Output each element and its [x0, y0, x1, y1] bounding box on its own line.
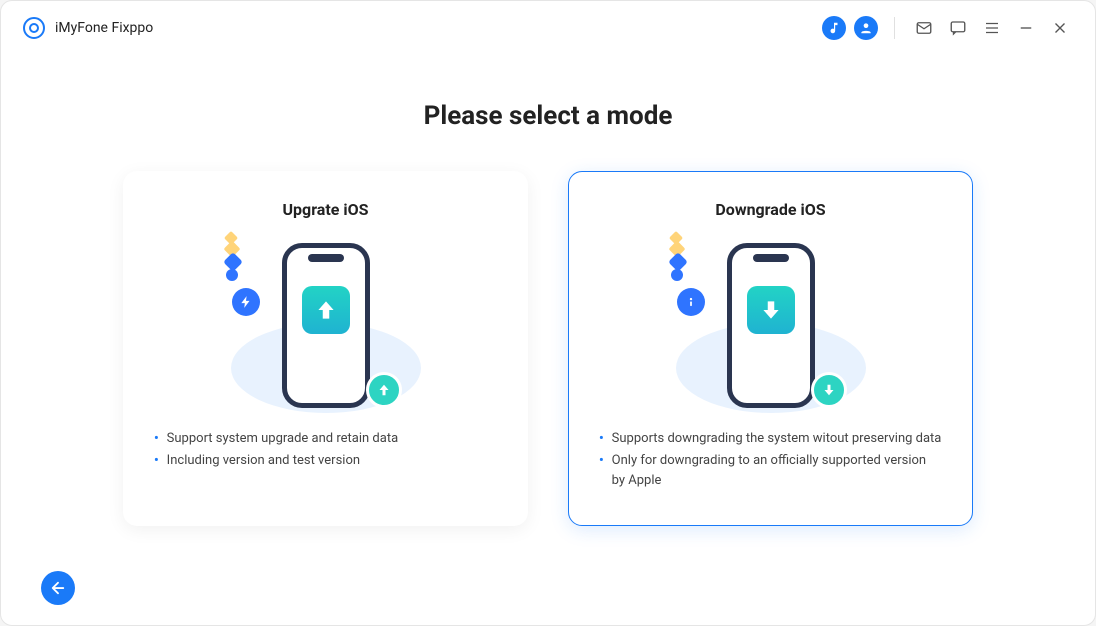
titlebar-left: iMyFone Fixppo — [23, 17, 153, 39]
phone-icon — [282, 243, 370, 408]
app-title: iMyFone Fixppo — [55, 20, 153, 36]
mail-icon[interactable] — [911, 15, 937, 41]
page-heading: Please select a mode — [424, 101, 673, 131]
bolt-icon — [232, 288, 260, 316]
app-window: iMyFone Fixppo — [0, 0, 1096, 626]
back-button[interactable] — [41, 571, 75, 605]
close-button[interactable] — [1047, 15, 1073, 41]
arrow-up-icon — [302, 286, 350, 334]
titlebar-right — [822, 15, 1073, 41]
arrow-up-circle-icon — [366, 372, 402, 408]
bullet-text: Including version and test version — [167, 451, 360, 471]
upgrade-bullets: Support system upgrade and retain data I… — [152, 423, 400, 479]
bullet-text: Support system upgrade and retain data — [167, 429, 398, 449]
arrow-down-icon — [747, 286, 795, 334]
card-upgrade-ios[interactable]: Upgrate iOS — [123, 171, 528, 526]
music-icon[interactable] — [822, 16, 846, 40]
card-title: Downgrade iOS — [715, 200, 825, 219]
app-logo-icon — [23, 17, 45, 39]
info-icon — [677, 288, 705, 316]
card-title: Upgrate iOS — [283, 200, 369, 219]
downgrade-illustration — [671, 233, 871, 413]
mode-cards: Upgrate iOS — [101, 171, 995, 526]
content-area: Please select a mode Upgrate iOS — [1, 51, 1095, 625]
bullet-text: Only for downgrading to an officially su… — [612, 451, 942, 491]
titlebar: iMyFone Fixppo — [1, 1, 1095, 51]
bullet-text: Supports downgrading the system witout p… — [612, 429, 942, 449]
upgrade-illustration — [226, 233, 426, 413]
minimize-button[interactable] — [1013, 15, 1039, 41]
arrow-left-icon — [49, 579, 67, 597]
user-icon[interactable] — [854, 16, 878, 40]
titlebar-divider — [894, 17, 895, 39]
phone-icon — [727, 243, 815, 408]
arrow-down-circle-icon — [811, 372, 847, 408]
menu-icon[interactable] — [979, 15, 1005, 41]
chat-icon[interactable] — [945, 15, 971, 41]
card-downgrade-ios[interactable]: Downgrade iOS — [568, 171, 973, 526]
downgrade-bullets: Supports downgrading the system witout p… — [597, 423, 944, 499]
